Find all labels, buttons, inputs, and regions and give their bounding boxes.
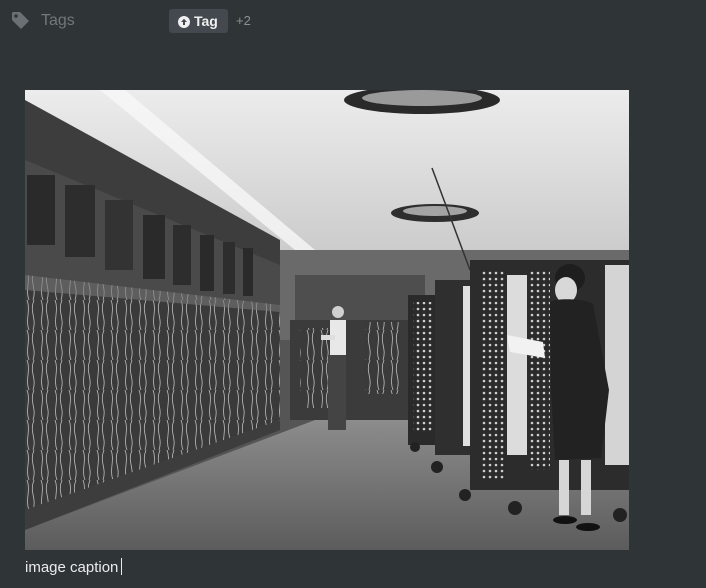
arrow-up-circle-icon (178, 15, 190, 28)
more-tags-count[interactable]: +2 (236, 14, 251, 28)
tag-icon (10, 10, 32, 32)
image-caption-text: image caption (25, 559, 119, 576)
tag-chip-label: Tag (194, 13, 218, 29)
text-cursor (121, 558, 123, 575)
tags-property-label[interactable]: Tags (41, 12, 75, 30)
tags-property-row: Tags Tag +2 (10, 8, 310, 34)
page: Tags Tag +2 image caption (0, 0, 706, 588)
image-caption-input[interactable]: image caption (25, 558, 425, 578)
photo-image[interactable] (25, 90, 629, 550)
tag-chip-button[interactable]: Tag (169, 9, 228, 33)
